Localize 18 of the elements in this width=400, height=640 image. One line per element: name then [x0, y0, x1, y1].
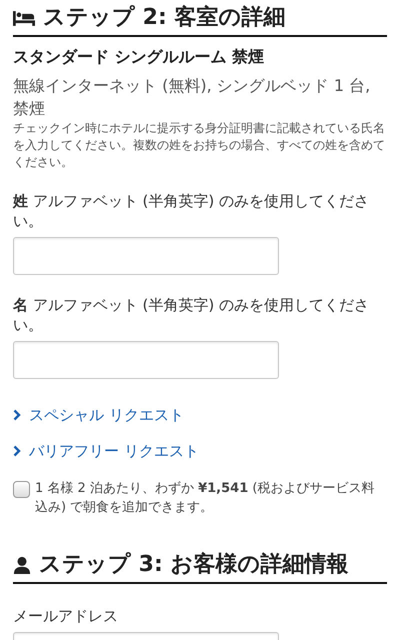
- breakfast-option-text: 1 名様 2 泊あたり、わずか ¥1,541 (税およびサービス料込み) で朝食を追加できます。: [35, 480, 376, 517]
- notice-text: チェックイン時にホテルに提示する身分証明書に記載されている氏名を入力してください。複数の姓をお持ちの場合、すべての姓を含めてください。: [13, 120, 386, 171]
- chevron-icon: [13, 409, 21, 421]
- request-link[interactable]: バリアフリー リクエスト: [13, 441, 199, 461]
- checkbox[interactable]: [13, 481, 30, 498]
- amenities-text: 無線インターネット (無料), シングルベッド 1 台, 禁煙: [13, 75, 372, 120]
- bed-icon: [13, 10, 35, 26]
- input-field[interactable]: [13, 237, 279, 275]
- person-icon: [13, 556, 31, 574]
- field-label: 名 アルファベット (半角英字) のみを使用してください。: [13, 295, 370, 335]
- field-label: 姓 アルファベット (半角英字) のみを使用してください。: [13, 191, 370, 231]
- room-name: スタンダード シングルルーム 禁煙: [13, 46, 266, 68]
- input-field[interactable]: [13, 341, 279, 379]
- section-heading: ステップ 3: お客様の詳細情報: [39, 550, 348, 579]
- field-label: メールアドレス: [13, 606, 119, 626]
- chevron-icon: [13, 445, 21, 457]
- section-heading: ステップ 2: 客室の詳細: [43, 4, 286, 32]
- request-link[interactable]: スペシャル リクエスト: [13, 405, 184, 425]
